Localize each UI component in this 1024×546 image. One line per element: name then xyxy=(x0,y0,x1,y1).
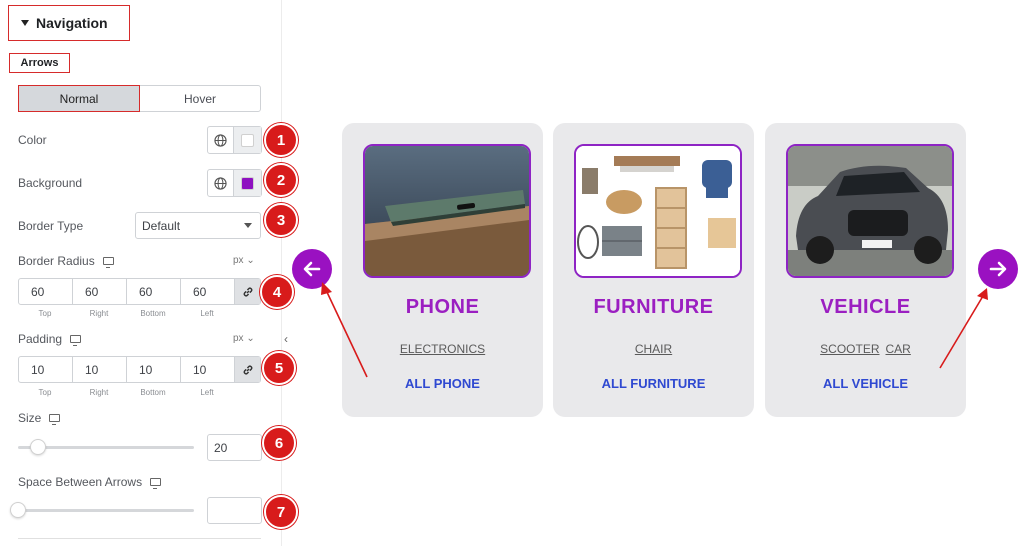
border-type-value: Default xyxy=(142,218,181,233)
background-picker[interactable] xyxy=(234,170,261,196)
radius-left-input[interactable]: 60 xyxy=(181,279,235,304)
link-icon xyxy=(243,287,252,296)
card-title: FURNITURE xyxy=(593,296,714,318)
padding-inputs: 10 10 10 10 xyxy=(18,356,261,383)
desktop-icon[interactable] xyxy=(49,414,61,425)
padding-bottom-input[interactable]: 10 xyxy=(127,357,181,382)
state-tabs: Normal Hover xyxy=(18,85,261,112)
card-tags: ELECTRONICS xyxy=(342,342,543,356)
tag-link[interactable]: ELECTRONICS xyxy=(400,342,485,356)
padding-unit[interactable]: px ⌄ xyxy=(233,333,255,344)
collapse-panel-icon[interactable]: ‹ xyxy=(284,332,288,346)
category-card-phone[interactable]: PHONE ELECTRONICS ALL PHONE xyxy=(342,123,543,417)
color-picker[interactable] xyxy=(234,127,261,153)
vehicle-image xyxy=(786,144,954,278)
settings-panel: Navigation Arrows Normal Hover Color Bac… xyxy=(0,0,282,546)
arrow-right-icon xyxy=(989,261,1007,277)
annotation-badge: 1 xyxy=(264,123,298,157)
globe-icon xyxy=(214,176,227,190)
desktop-icon[interactable] xyxy=(70,335,82,346)
annotation-badge: 7 xyxy=(264,495,298,529)
radius-bottom-input[interactable]: 60 xyxy=(127,279,181,304)
card-tags: SCOOTER CAR xyxy=(765,342,966,356)
space-slider-handle[interactable] xyxy=(10,502,26,518)
divider xyxy=(18,538,261,539)
color-swatch xyxy=(241,133,254,147)
border-radius-side-labels: Top Right Bottom Left xyxy=(38,309,214,318)
space-between-input[interactable] xyxy=(207,497,262,524)
color-control xyxy=(207,126,262,154)
desktop-icon[interactable] xyxy=(102,257,114,268)
annotation-badge: 5 xyxy=(262,351,296,385)
global-colors-button[interactable] xyxy=(208,127,234,153)
card-all-link[interactable]: ALL VEHICLE xyxy=(765,376,966,391)
arrow-left-icon xyxy=(303,261,321,277)
border-type-select[interactable]: Default xyxy=(135,212,261,239)
tab-hover[interactable]: Hover xyxy=(140,86,260,111)
background-control xyxy=(207,169,262,197)
tag-link[interactable]: SCOOTER xyxy=(820,342,879,356)
border-type-label: Border Type xyxy=(18,219,84,233)
size-slider-handle[interactable] xyxy=(30,439,46,455)
chevron-down-icon xyxy=(244,223,252,228)
card-all-link[interactable]: ALL FURNITURE xyxy=(553,376,754,391)
navigation-section-header[interactable]: Navigation xyxy=(8,5,130,41)
tag-link[interactable]: CAR xyxy=(886,342,911,356)
furniture-image xyxy=(574,144,742,278)
padding-left-input[interactable]: 10 xyxy=(181,357,235,382)
size-input[interactable]: 20 xyxy=(207,434,262,461)
prev-arrow-button[interactable] xyxy=(292,249,332,289)
link-icon xyxy=(243,365,252,374)
card-all-link[interactable]: ALL PHONE xyxy=(342,376,543,391)
border-radius-unit[interactable]: px ⌄ xyxy=(233,255,255,266)
padding-label: Padding xyxy=(18,332,82,346)
annotation-badge: 3 xyxy=(264,203,298,237)
caret-down-icon xyxy=(21,20,29,26)
card-title: VEHICLE xyxy=(820,296,911,318)
card-title: PHONE xyxy=(405,296,480,318)
background-label: Background xyxy=(18,176,83,190)
radius-top-input[interactable]: 60 xyxy=(19,279,73,304)
border-radius-label: Border Radius xyxy=(18,254,114,268)
padding-right-input[interactable]: 10 xyxy=(73,357,127,382)
padding-side-labels: Top Right Bottom Left xyxy=(38,388,214,397)
category-card-vehicle[interactable]: VEHICLE SCOOTER CAR ALL VEHICLE xyxy=(765,123,966,417)
link-values-button[interactable] xyxy=(235,279,260,304)
background-swatch xyxy=(241,176,254,190)
color-label: Color xyxy=(18,133,47,147)
radius-right-input[interactable]: 60 xyxy=(73,279,127,304)
annotation-badge: 4 xyxy=(260,275,294,309)
tag-link[interactable]: CHAIR xyxy=(635,342,672,356)
space-slider-track[interactable] xyxy=(18,509,194,512)
global-colors-button[interactable] xyxy=(208,170,234,196)
annotation-badge: 6 xyxy=(262,426,296,460)
annotation-badge: 2 xyxy=(264,163,298,197)
phone-image xyxy=(363,144,531,278)
size-label: Size xyxy=(18,411,61,425)
next-arrow-button[interactable] xyxy=(978,249,1018,289)
desktop-icon[interactable] xyxy=(150,478,162,489)
globe-icon xyxy=(214,133,227,147)
padding-top-input[interactable]: 10 xyxy=(19,357,73,382)
section-title: Navigation xyxy=(36,15,108,31)
arrows-subsection-label: Arrows xyxy=(9,53,70,73)
card-tags: CHAIR xyxy=(553,342,754,356)
border-radius-inputs: 60 60 60 60 xyxy=(18,278,261,305)
space-between-label: Space Between Arrows xyxy=(18,475,162,489)
tab-normal[interactable]: Normal xyxy=(18,85,140,112)
link-values-button[interactable] xyxy=(235,357,260,382)
category-card-furniture[interactable]: FURNITURE CHAIR ALL FURNITURE xyxy=(553,123,754,417)
